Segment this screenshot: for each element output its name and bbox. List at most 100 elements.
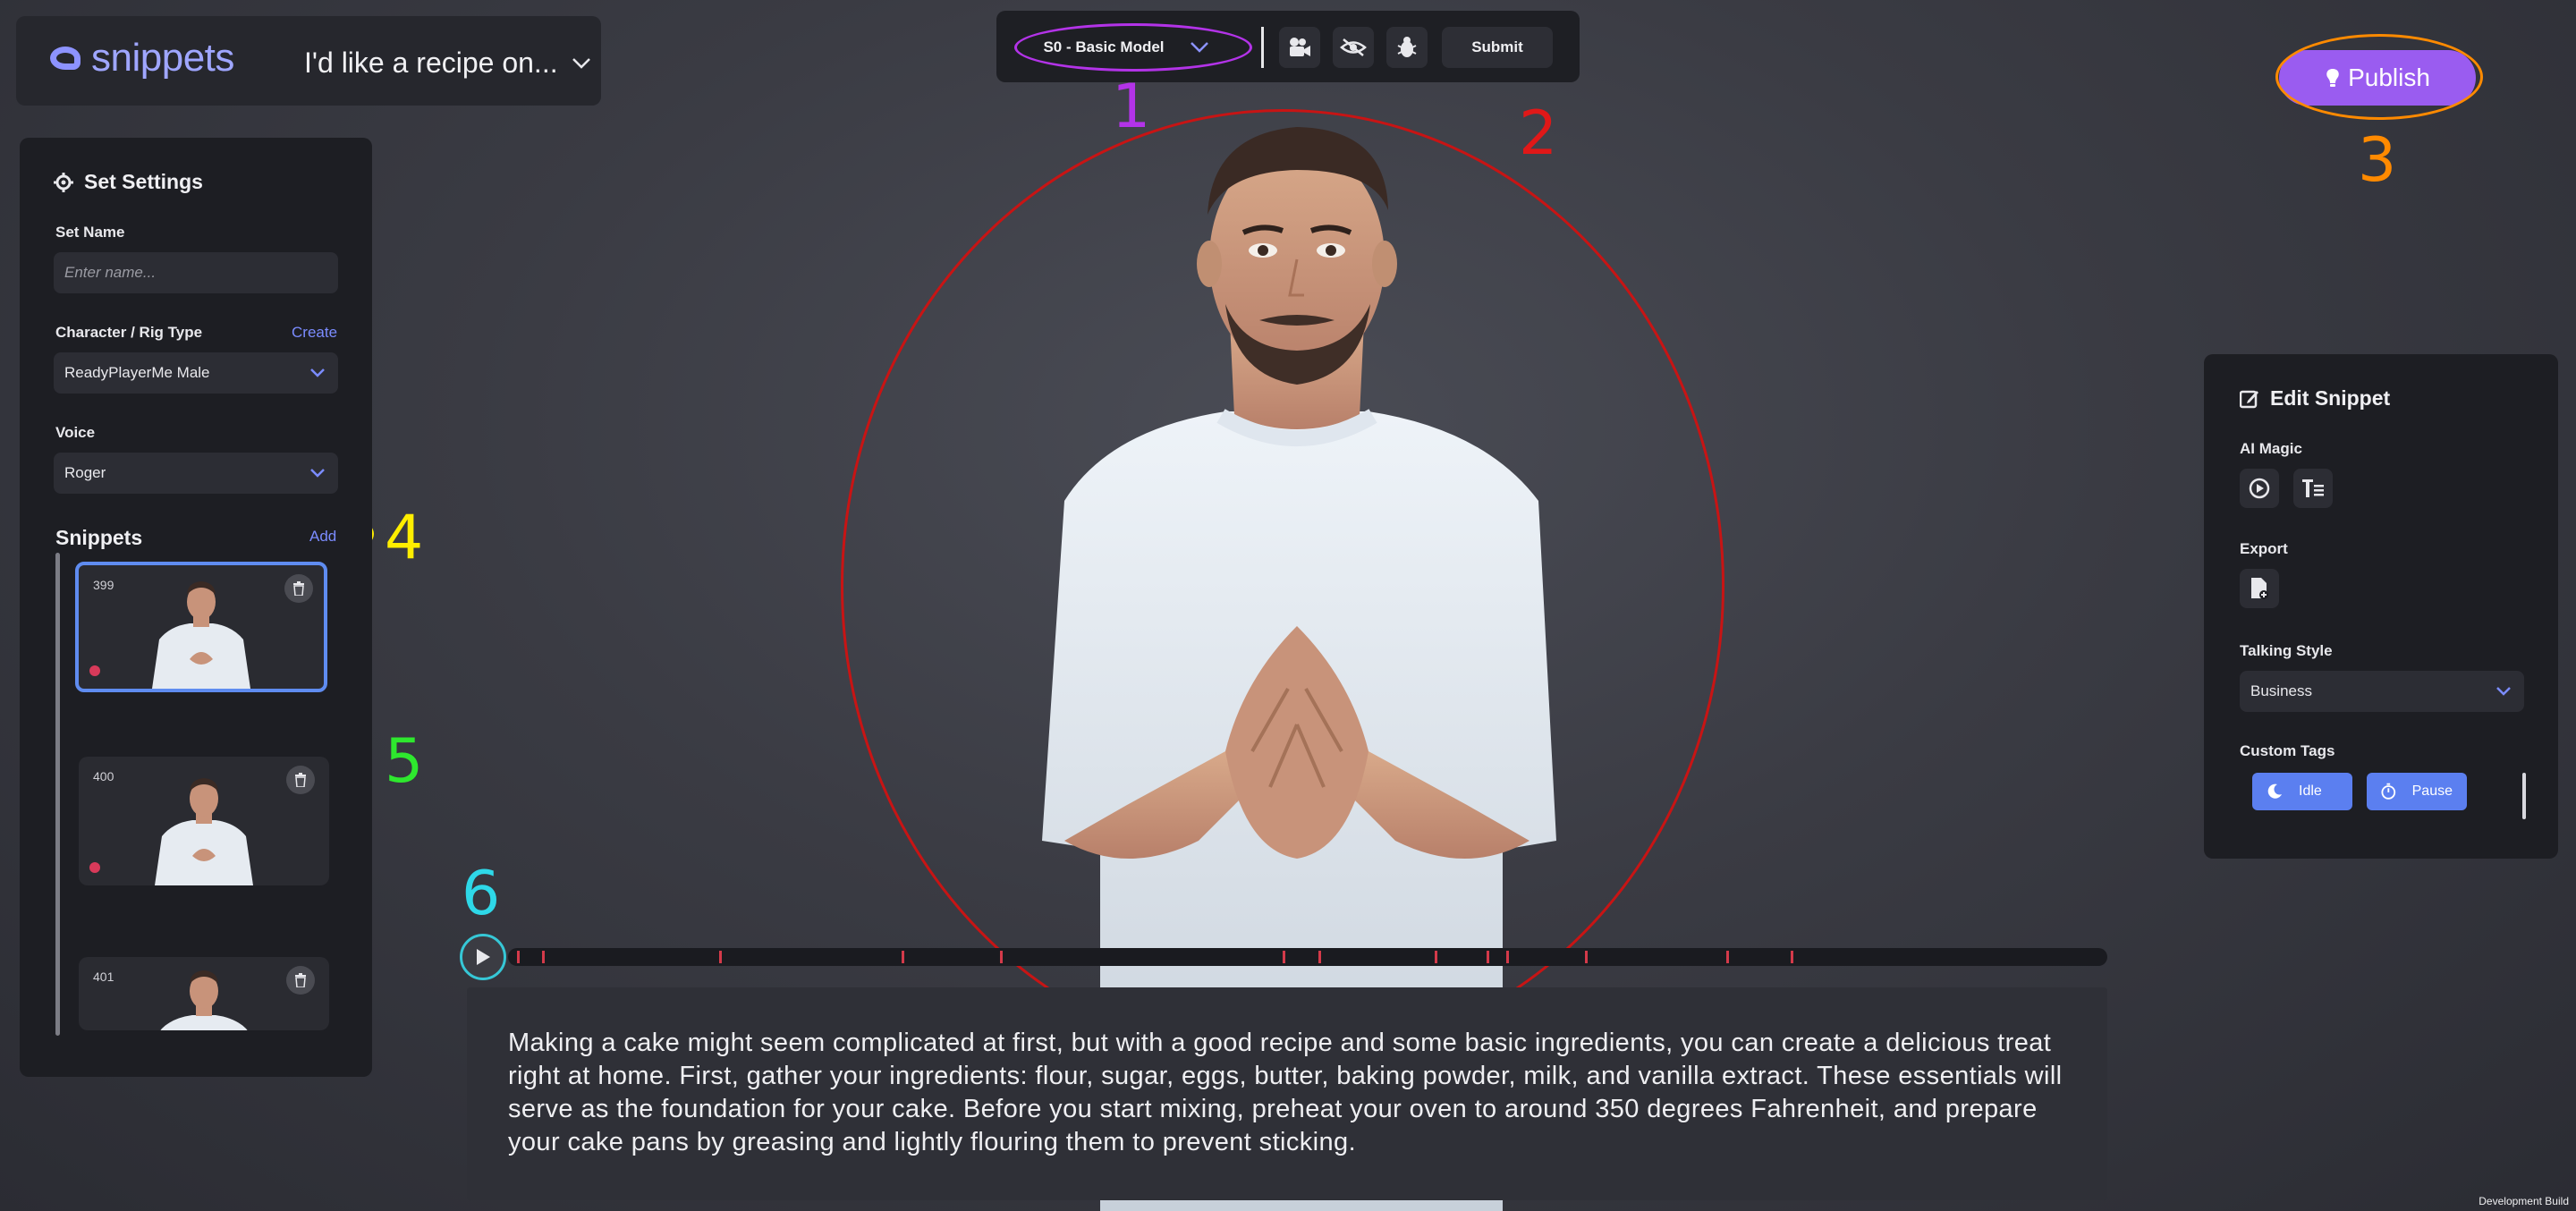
logo-mark-icon [50, 47, 80, 70]
timeline-marker[interactable] [902, 951, 904, 963]
character-rig-label: Character / Rig Type [55, 324, 203, 341]
chevron-down-icon [2496, 687, 2511, 696]
character-rig-select[interactable]: ReadyPlayerMe Male [54, 352, 338, 394]
voice-label: Voice [55, 424, 96, 441]
delete-snippet-button[interactable] [286, 966, 315, 995]
annotation-number-4: 4 [385, 503, 424, 573]
timeline-marker[interactable] [517, 951, 520, 963]
chevron-down-icon [572, 57, 590, 69]
publish-button[interactable]: Publish [2279, 50, 2476, 106]
snippet-id: 400 [93, 769, 114, 783]
model-select[interactable]: S0 - Basic Model [1014, 25, 1238, 70]
toolbar-divider [1261, 27, 1264, 68]
set-name-label: Set Name [55, 224, 125, 241]
annotation-number-3: 3 [2358, 125, 2397, 196]
chevron-down-icon [1190, 42, 1208, 53]
voice-select[interactable]: Roger [54, 453, 338, 494]
brand-panel: snippets I'd like a recipe on... [16, 16, 601, 106]
submit-button[interactable]: Submit [1442, 27, 1553, 68]
annotation-number-1: 1 [1112, 72, 1151, 142]
transcript-text: Making a cake might seem complicated at … [508, 1029, 2063, 1156]
camera-icon [1290, 38, 1310, 56]
chevron-down-icon [310, 368, 325, 377]
set-settings-title: Set Settings [54, 170, 203, 194]
snippet-card[interactable]: 401 [79, 957, 329, 1030]
tag-idle-button[interactable]: Idle [2252, 773, 2352, 810]
create-character-link[interactable]: Create [292, 324, 337, 342]
bug-icon [1397, 37, 1417, 57]
gear-icon [54, 172, 73, 192]
publish-label: Publish [2348, 64, 2430, 91]
timeline-track[interactable] [508, 948, 2107, 966]
snippet-card[interactable]: 399 [75, 562, 327, 692]
tag-pause-button[interactable]: Pause [2367, 773, 2467, 810]
text-format-icon [2302, 479, 2324, 497]
talking-style-label: Talking Style [2240, 642, 2333, 659]
prompt-dropdown[interactable]: I'd like a recipe on... [304, 47, 592, 80]
camera-button[interactable] [1279, 27, 1320, 68]
custom-tags-scrollbar[interactable] [2522, 773, 2526, 819]
timeline-marker[interactable] [1791, 951, 1793, 963]
add-snippet-link[interactable]: Add [309, 528, 336, 546]
delete-snippet-button[interactable] [284, 574, 313, 603]
ai-magic-animate-button[interactable] [2240, 469, 2279, 508]
delete-snippet-button[interactable] [286, 766, 315, 794]
trash-icon [295, 773, 306, 787]
timeline-marker[interactable] [1283, 951, 1285, 963]
timeline-marker[interactable] [542, 951, 545, 963]
custom-tags-label: Custom Tags [2240, 742, 2335, 759]
edit-snippet-title-text: Edit Snippet [2270, 386, 2391, 410]
unsaved-indicator [89, 862, 100, 873]
timeline-marker[interactable] [1487, 951, 1489, 963]
transcript-panel[interactable]: Making a cake might seem complicated at … [467, 987, 2107, 1200]
timeline-marker[interactable] [1318, 951, 1321, 963]
trash-icon [293, 581, 304, 596]
snippet-id: 399 [93, 578, 114, 592]
timeline-marker[interactable] [1726, 951, 1729, 963]
timeline-marker[interactable] [719, 951, 722, 963]
timeline-marker[interactable] [1435, 951, 1437, 963]
visibility-toggle-button[interactable] [1333, 27, 1374, 68]
talking-style-select[interactable]: Business [2240, 671, 2524, 712]
timeline-marker[interactable] [1000, 951, 1003, 963]
export-button[interactable] [2240, 569, 2279, 608]
set-settings-title-text: Set Settings [84, 170, 203, 193]
annotation-number-2: 2 [1519, 98, 1558, 169]
edit-icon [2240, 390, 2258, 408]
annotation-number-5: 5 [385, 726, 424, 797]
voice-value: Roger [64, 464, 106, 481]
unsaved-indicator [89, 665, 100, 676]
prompt-title: I'd like a recipe on... [304, 47, 558, 79]
snippets-scrollbar[interactable] [55, 553, 60, 1036]
top-toolbar: S0 - Basic Model Submit [996, 11, 1580, 82]
snippet-card[interactable]: 400 [79, 757, 329, 885]
trash-icon [295, 973, 306, 987]
snippets-title: Snippets [55, 526, 143, 549]
timeline-marker[interactable] [1506, 951, 1509, 963]
edit-snippet-title: Edit Snippet [2240, 386, 2390, 411]
set-name-input[interactable] [54, 252, 338, 293]
set-settings-panel: Set Settings Set Name Character / Rig Ty… [20, 138, 372, 1077]
edit-snippet-panel: Edit Snippet AI Magic Export Talking Sty… [2204, 354, 2558, 859]
snippet-thumbnail [152, 581, 250, 689]
timeline-marker[interactable] [1585, 951, 1588, 963]
snippet-thumbnail [155, 778, 253, 885]
snippets-logo[interactable]: snippets [50, 36, 234, 80]
play-button[interactable] [460, 934, 506, 980]
ai-magic-text-button[interactable] [2293, 469, 2333, 508]
talking-style-value: Business [2250, 682, 2312, 699]
snippet-id: 401 [93, 970, 114, 984]
debug-button[interactable] [1386, 27, 1428, 68]
eye-off-icon [1340, 38, 1367, 56]
character-rig-value: ReadyPlayerMe Male [64, 364, 210, 381]
tag-pause-label: Pause [2411, 783, 2453, 799]
stopwatch-icon [2381, 783, 2396, 800]
annotation-number-6: 6 [462, 859, 501, 929]
export-file-icon [2251, 578, 2268, 599]
ai-magic-label: AI Magic [2240, 440, 2302, 457]
play-icon [477, 949, 490, 965]
chevron-down-icon [310, 469, 325, 478]
export-label: Export [2240, 540, 2288, 557]
tag-idle-label: Idle [2299, 783, 2322, 799]
ai-sparkle-icon [2249, 478, 2270, 499]
